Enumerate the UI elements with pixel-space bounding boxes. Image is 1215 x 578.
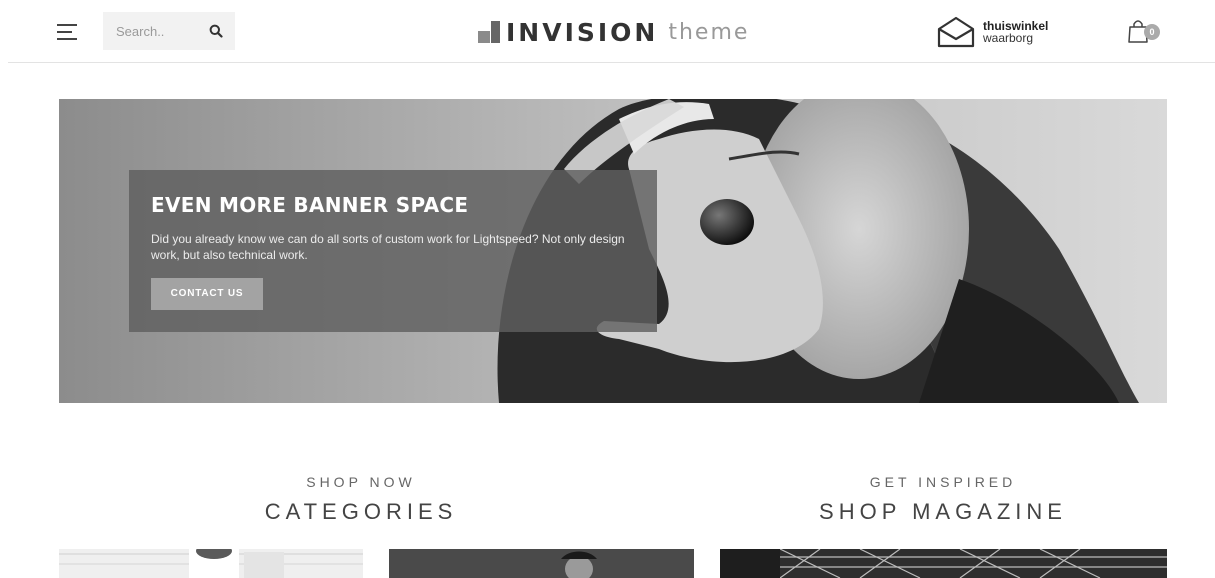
cart-count-badge: 0 (1144, 24, 1160, 40)
logo-mark-icon (478, 21, 500, 43)
magazine-image (720, 549, 1167, 578)
site-header: INVISION theme thuiswinkel waarborg 0 (0, 0, 1215, 62)
banner-title: EVEN MORE BANNER SPACE (151, 193, 469, 217)
categories-title: CATEGORIES (264, 499, 458, 524)
banner-text-box: EVEN MORE BANNER SPACE Did you already k… (129, 170, 657, 332)
category-image (389, 549, 694, 578)
hero-banner[interactable]: EVEN MORE BANNER SPACE Did you already k… (59, 99, 1167, 403)
hamburger-icon[interactable] (57, 24, 77, 40)
category-image (59, 549, 363, 578)
header-divider (8, 62, 1215, 63)
magazine-thumbnail[interactable] (720, 549, 1167, 578)
magazine-kicker: GET INSPIRED (869, 474, 1017, 490)
logo-text-strong: INVISION (506, 17, 659, 47)
envelope-house-icon (937, 16, 975, 48)
magazine-title: SHOP MAGAZINE (819, 499, 1067, 524)
site-logo[interactable]: INVISION theme (478, 16, 749, 48)
cart-button[interactable]: 0 (1127, 18, 1167, 46)
banner-description: Did you already know we can do all sorts… (151, 232, 625, 262)
search-icon[interactable] (209, 24, 223, 38)
category-thumbnail[interactable] (389, 549, 694, 578)
categories-kicker: SHOP NOW (306, 474, 416, 490)
contact-us-button[interactable]: CONTACT US (151, 278, 263, 310)
trust-badge-line2: waarborg (983, 31, 1034, 45)
category-thumbnail[interactable] (59, 549, 363, 578)
trust-badge-text: thuiswinkel waarborg (983, 20, 1048, 44)
logo-text-light: theme (668, 19, 750, 45)
trust-badge[interactable]: thuiswinkel waarborg (937, 16, 1067, 48)
search-input[interactable] (103, 12, 206, 50)
